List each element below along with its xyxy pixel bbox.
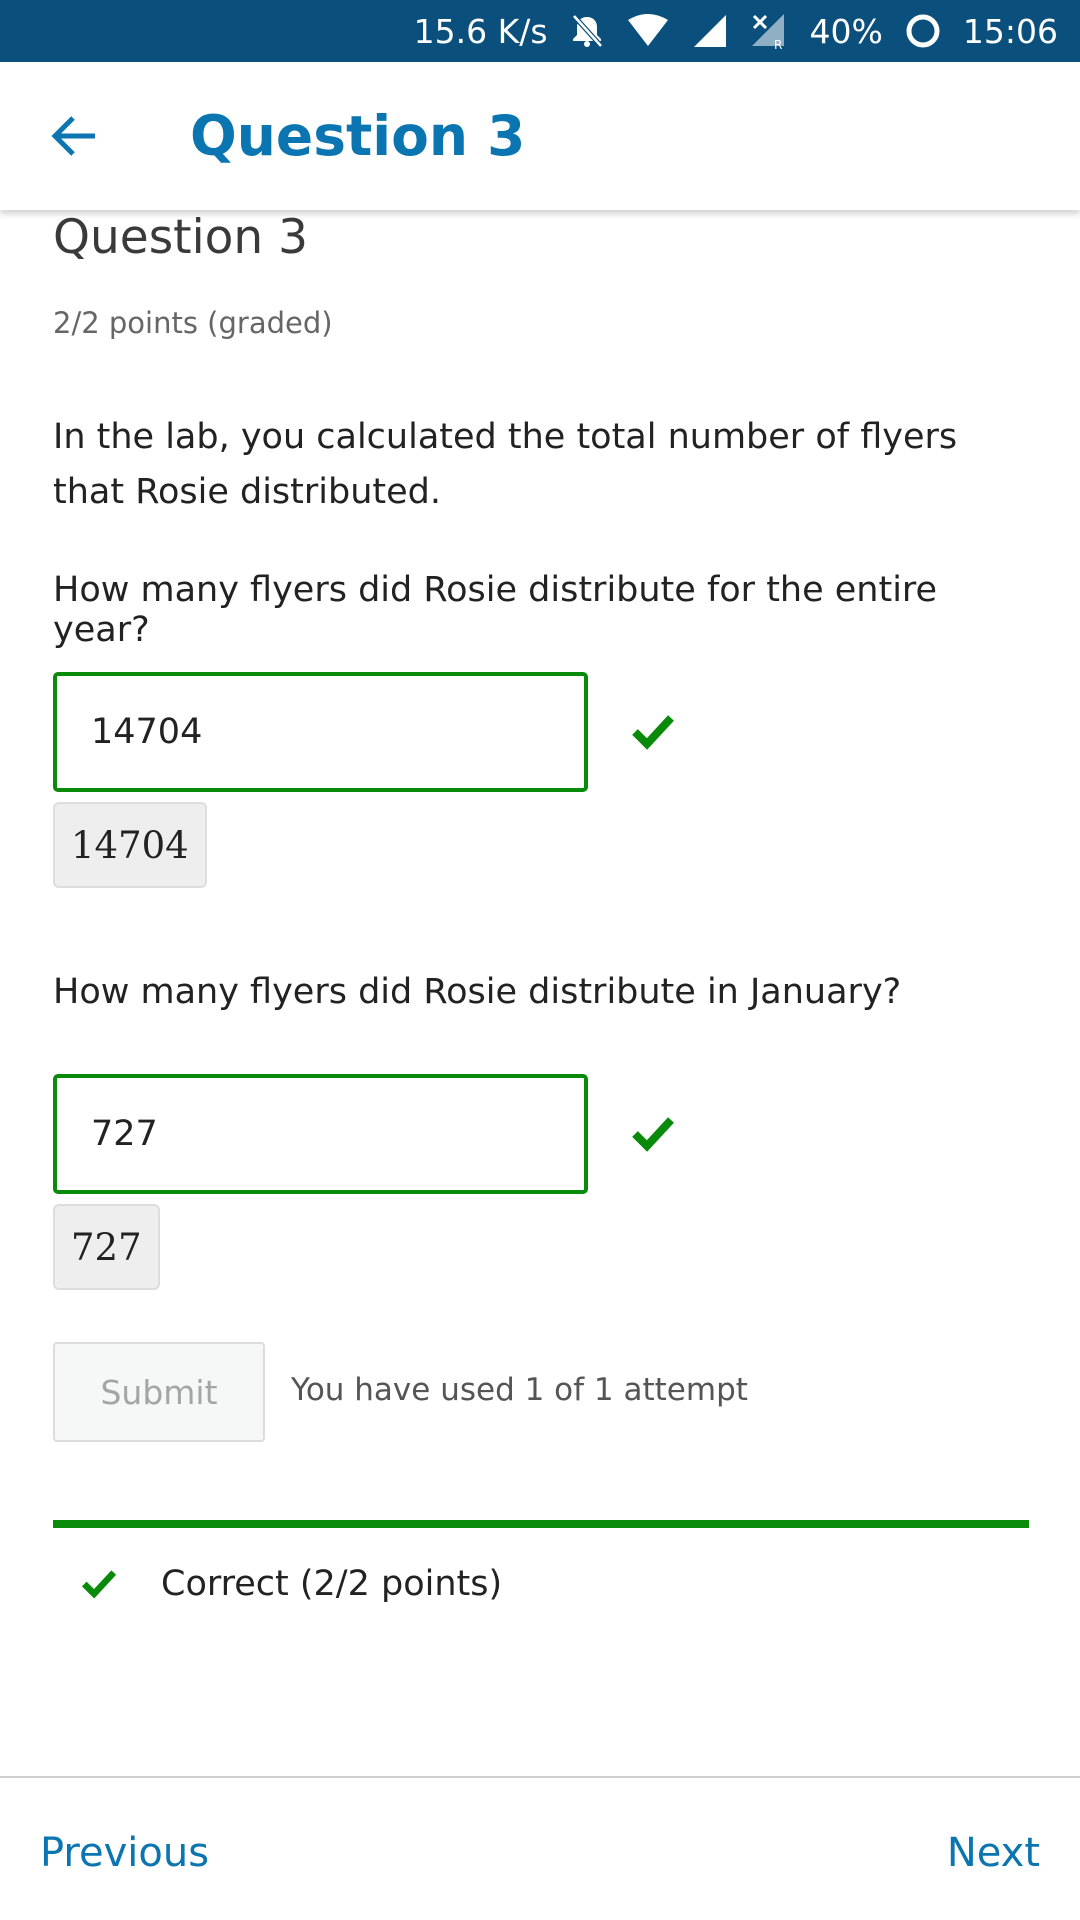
result-divider: [53, 1520, 1029, 1528]
attempts-text: You have used 1 of 1 attempt: [291, 1372, 748, 1408]
back-button[interactable]: [44, 108, 104, 164]
clock: 15:06: [962, 11, 1058, 51]
answer-input-1[interactable]: [53, 672, 588, 792]
submit-button[interactable]: Submit: [53, 1342, 265, 1442]
question-prompt-1: How many flyers did Rosie distribute for…: [53, 570, 938, 650]
question-prompt-2: How many flyers did Rosie distribute in …: [53, 972, 902, 1012]
battery-ring-icon: [905, 13, 941, 49]
arrow-left-icon: [51, 116, 95, 156]
signal-icon: [692, 13, 728, 49]
answer-preview-1: 14704: [53, 802, 207, 888]
svg-text:R: R: [774, 38, 782, 50]
app-bar-title: Question 3: [190, 104, 526, 168]
next-button[interactable]: Next: [947, 1830, 1040, 1876]
status-bar: 15.6 K/s R 40% 15:06: [0, 0, 1080, 62]
question-heading: Question 3: [53, 210, 309, 265]
question-intro: In the lab, you calculated the total num…: [53, 417, 958, 512]
battery-percent: 40%: [809, 11, 883, 51]
no-signal-roaming-icon: R: [750, 12, 788, 50]
correct-check-icon: [81, 1570, 117, 1599]
correct-check-icon: [632, 715, 674, 750]
notifications-off-icon: [570, 13, 604, 49]
answer-input-2[interactable]: [53, 1074, 588, 1194]
answer-preview-2: 727: [53, 1204, 160, 1290]
correct-check-icon: [632, 1117, 674, 1152]
wifi-icon: [626, 14, 670, 48]
app-bar: Question 3: [0, 62, 1080, 210]
previous-button[interactable]: Previous: [40, 1830, 209, 1876]
points-label: 2/2 points (graded): [53, 306, 333, 340]
bottom-navigation: Previous Next: [0, 1776, 1080, 1920]
result-notification: Correct (2/2 points): [53, 1554, 1029, 1614]
result-text: Correct (2/2 points): [161, 1564, 503, 1604]
network-speed: 15.6 K/s: [413, 11, 548, 51]
